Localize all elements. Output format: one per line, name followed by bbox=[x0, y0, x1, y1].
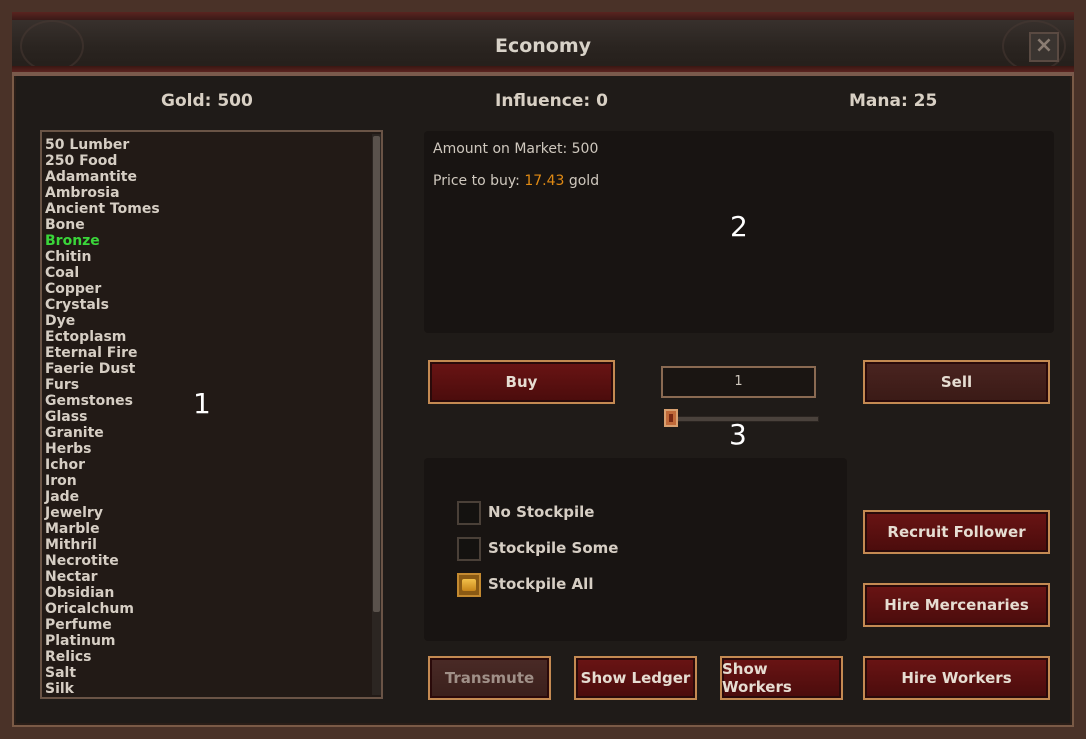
list-item[interactable]: Granite bbox=[45, 425, 160, 441]
list-item[interactable]: Jade bbox=[45, 489, 160, 505]
price-to-buy: Price to buy: 17.43 gold bbox=[433, 173, 599, 189]
list-item[interactable]: Dye bbox=[45, 313, 160, 329]
list-item[interactable]: Nectar bbox=[45, 569, 160, 585]
list-item[interactable]: Salt bbox=[45, 665, 160, 681]
list-item[interactable]: Copper bbox=[45, 281, 160, 297]
hire-mercenaries-button[interactable]: Hire Mercenaries bbox=[863, 583, 1050, 627]
list-item[interactable]: Bone bbox=[45, 217, 160, 233]
quantity-input[interactable]: 1 bbox=[661, 366, 816, 398]
list-item[interactable]: Ancient Tomes bbox=[45, 201, 160, 217]
list-item[interactable]: Ambrosia bbox=[45, 185, 160, 201]
list-item[interactable]: Crystals bbox=[45, 297, 160, 313]
price-unit: gold bbox=[564, 173, 600, 189]
marker-1: 1 bbox=[193, 387, 211, 420]
price-label: Price to buy: bbox=[433, 173, 525, 189]
list-item[interactable]: Jewelry bbox=[45, 505, 160, 521]
stockpile-all-label: Stockpile All bbox=[488, 575, 594, 593]
list-item[interactable]: Herbs bbox=[45, 441, 160, 457]
list-item[interactable]: Ectoplasm bbox=[45, 329, 160, 345]
list-item[interactable]: Faerie Dust bbox=[45, 361, 160, 377]
list-item[interactable]: Chitin bbox=[45, 249, 160, 265]
sell-button[interactable]: Sell bbox=[863, 360, 1050, 404]
no-stockpile-checkbox[interactable] bbox=[457, 501, 481, 525]
list-item[interactable]: Eternal Fire bbox=[45, 345, 160, 361]
influence-label: Influence: 0 bbox=[495, 91, 608, 111]
list-item[interactable]: Glass bbox=[45, 409, 160, 425]
price-value: 17.43 bbox=[524, 173, 565, 189]
show-ledger-button[interactable]: Show Ledger bbox=[574, 656, 697, 700]
list-item[interactable]: Ichor bbox=[45, 457, 160, 473]
marker-3: 3 bbox=[729, 418, 747, 451]
list-item[interactable]: Coal bbox=[45, 265, 160, 281]
list-item[interactable]: Gemstones bbox=[45, 393, 160, 409]
resource-list[interactable]: 50 Lumber 250 Food Adamantite Ambrosia Ancie… bbox=[40, 130, 383, 699]
list-item[interactable]: Furs bbox=[45, 377, 160, 393]
window-title: Economy bbox=[494, 35, 592, 57]
list-item[interactable]: Adamantite bbox=[45, 169, 160, 185]
mana-label: Mana: 25 bbox=[849, 91, 938, 111]
title-bar: Economy bbox=[12, 12, 1074, 76]
hire-workers-button[interactable]: Hire Workers bbox=[863, 656, 1050, 700]
list-item[interactable]: Necrotite bbox=[45, 553, 160, 569]
list-item[interactable]: Relics bbox=[45, 649, 160, 665]
recruit-follower-button[interactable]: Recruit Follower bbox=[863, 510, 1050, 554]
buy-button[interactable]: Buy bbox=[428, 360, 615, 404]
close-icon[interactable]: × bbox=[1029, 32, 1059, 62]
marker-2: 2 bbox=[730, 210, 748, 243]
list-item[interactable]: Marble bbox=[45, 521, 160, 537]
list-item[interactable]: Obsidian bbox=[45, 585, 160, 601]
slider-handle[interactable] bbox=[664, 409, 678, 427]
list-item[interactable]: Iron bbox=[45, 473, 160, 489]
list-item[interactable]: Mithril bbox=[45, 537, 160, 553]
list-item[interactable]: Bronze bbox=[45, 233, 160, 249]
transmute-button[interactable]: Transmute bbox=[428, 656, 551, 700]
list-item[interactable]: 250 Food bbox=[45, 153, 160, 169]
show-workers-button[interactable]: Show Workers bbox=[720, 656, 843, 700]
no-stockpile-label: No Stockpile bbox=[488, 503, 595, 521]
list-item[interactable]: Silk bbox=[45, 681, 160, 697]
scrollbar[interactable] bbox=[372, 134, 381, 695]
list-item[interactable]: Perfume bbox=[45, 617, 160, 633]
list-item[interactable]: Oricalchum bbox=[45, 601, 160, 617]
list-item[interactable]: Platinum bbox=[45, 633, 160, 649]
resource-list-items: 50 Lumber 250 Food Adamantite Ambrosia Ancie… bbox=[45, 137, 160, 697]
list-item[interactable]: 50 Lumber bbox=[45, 137, 160, 153]
stockpile-some-label: Stockpile Some bbox=[488, 539, 619, 557]
amount-on-market: Amount on Market: 500 bbox=[433, 141, 599, 157]
stockpile-all-checkbox[interactable] bbox=[457, 573, 481, 597]
gold-label: Gold: 500 bbox=[161, 91, 253, 111]
scrollbar-thumb[interactable] bbox=[373, 136, 380, 612]
stockpile-some-checkbox[interactable] bbox=[457, 537, 481, 561]
